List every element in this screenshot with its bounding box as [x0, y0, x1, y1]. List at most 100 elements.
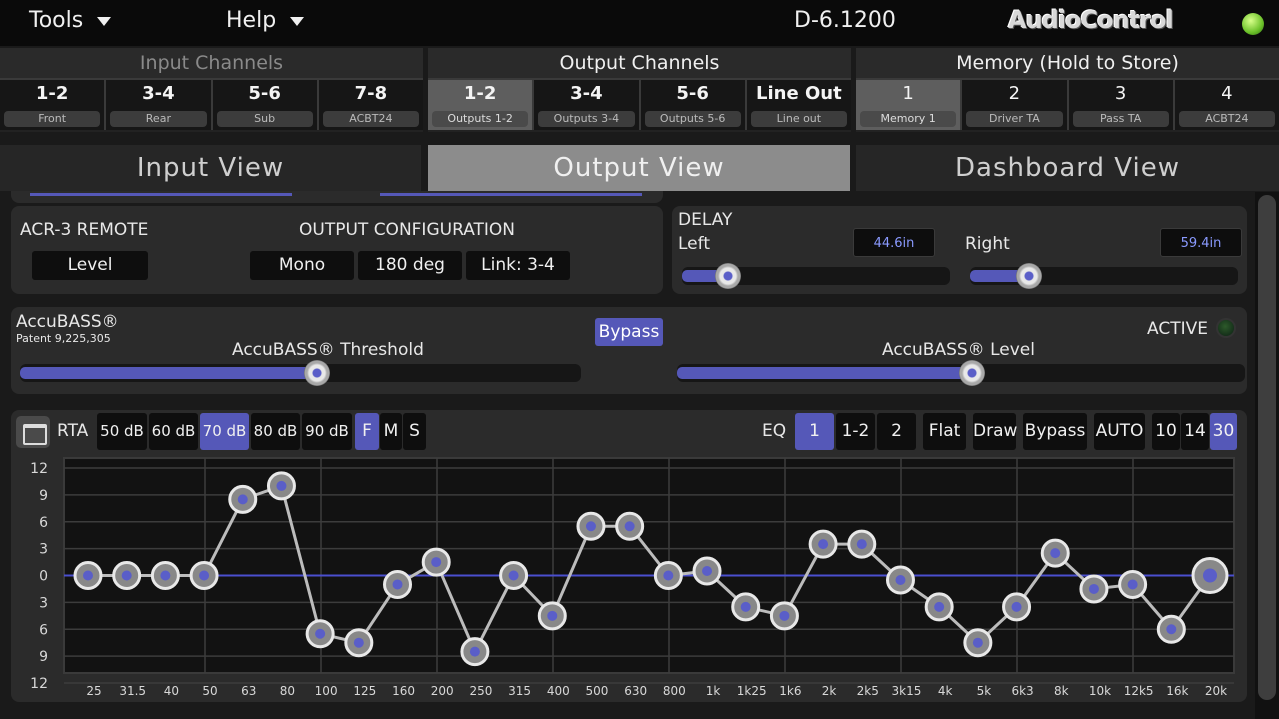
button-label: 5-6 — [676, 83, 709, 104]
phase-button[interactable]: 180 deg — [358, 251, 462, 280]
eq-band-handle[interactable] — [421, 547, 451, 577]
eq-band-handle[interactable] — [305, 619, 335, 649]
eq-draw-button[interactable]: Draw — [973, 413, 1017, 450]
rta-80db-button[interactable]: 80 dB — [251, 413, 300, 450]
eq-band-handle[interactable] — [769, 601, 799, 631]
slider-knob[interactable] — [1015, 263, 1042, 289]
rta-fast-button[interactable]: F — [355, 413, 379, 450]
eq-band-handle[interactable] — [808, 529, 838, 559]
chevron-down-icon — [290, 16, 305, 26]
memory-2-button[interactable]: 2 Driver TA — [962, 80, 1069, 130]
slider-knob[interactable] — [304, 360, 331, 386]
tab-output-view[interactable]: Output View — [428, 145, 850, 191]
eq-band-handle[interactable] — [847, 529, 877, 559]
eq-band-handle[interactable] — [189, 561, 219, 590]
accubass-level-slider[interactable] — [677, 360, 1245, 386]
output-channel-1-2-button[interactable]: 1-2 Outputs 1-2 — [428, 80, 535, 130]
eq-band-handle[interactable] — [576, 511, 606, 541]
eq-band-handle[interactable] — [460, 637, 490, 667]
eq-band-handle[interactable] — [112, 561, 142, 590]
scrollbar-thumb[interactable] — [1258, 195, 1276, 700]
tools-menu[interactable]: Tools — [29, 8, 112, 33]
eq-graph[interactable]: 12963036912 25 31.5 40 50 63 80 100 125 160 200 25… — [16, 455, 1242, 700]
eq-auto-button[interactable]: AUTO — [1094, 413, 1145, 450]
accubass-bypass-button[interactable]: Bypass — [595, 318, 663, 346]
eq-band-handle[interactable] — [266, 471, 296, 501]
input-channel-3-4-button[interactable]: 3-4 Rear — [106, 80, 213, 130]
eq-band-handle[interactable] — [150, 561, 180, 590]
tab-dashboard-view[interactable]: Dashboard View — [856, 145, 1279, 191]
eq-band-handle[interactable] — [615, 511, 645, 541]
memory-4-button[interactable]: 4 ACBT24 — [1174, 80, 1279, 130]
rta-70db-button[interactable]: 70 dB — [200, 413, 249, 450]
eq-band-handle[interactable] — [344, 628, 374, 658]
tab-input-view[interactable]: Input View — [0, 145, 421, 191]
input-channel-5-6-button[interactable]: 5-6 Sub — [212, 80, 319, 130]
link-button[interactable]: Link: 3-4 — [466, 251, 570, 280]
rta-50db-button[interactable]: 50 dB — [97, 413, 147, 450]
slider-knob[interactable] — [959, 360, 986, 386]
eq-10-band-button[interactable]: 10 — [1152, 413, 1180, 450]
eq-band-handle[interactable] — [731, 592, 761, 622]
eq-band-handle-center — [585, 521, 596, 532]
output-channel-5-6-button[interactable]: 5-6 Outputs 5-6 — [640, 80, 747, 130]
slider-fill — [20, 367, 318, 379]
eq-band-handle[interactable] — [499, 561, 529, 590]
input-channel-7-8-button[interactable]: 7-8 ACBT24 — [318, 80, 423, 130]
chevron-down-icon — [97, 16, 112, 26]
eq-band-handle[interactable] — [73, 561, 103, 590]
x-tick-label: 16k — [1166, 684, 1188, 698]
eq-flat-button[interactable]: Flat — [923, 413, 966, 450]
eq-band-handle-center — [895, 574, 906, 585]
eq-band-handle[interactable] — [383, 569, 413, 599]
eq-band-handle[interactable] — [537, 601, 567, 631]
output-channels-title: Output Channels — [428, 48, 851, 78]
x-tick-label: 200 — [431, 684, 454, 698]
slider-knob[interactable] — [714, 263, 741, 289]
delay-right-value[interactable]: 59.4in — [1160, 228, 1242, 257]
eq-band-handle[interactable] — [963, 628, 993, 658]
memory-3-button[interactable]: 3 Pass TA — [1068, 80, 1175, 130]
eq-channel-1-2-button[interactable]: 1-2 — [836, 413, 875, 450]
mono-button[interactable]: Mono — [250, 251, 354, 280]
x-tick-label: 80 — [280, 684, 295, 698]
rta-90db-button[interactable]: 90 dB — [302, 413, 352, 450]
eq-band-handle[interactable] — [1118, 569, 1148, 599]
eq-channel-1-button[interactable]: 1 — [795, 413, 834, 450]
eq-band-handle-center — [392, 579, 403, 590]
eq-band-handle[interactable] — [1079, 574, 1109, 604]
x-tick-label: 12k5 — [1124, 684, 1154, 698]
delay-left-slider[interactable] — [682, 263, 950, 289]
button-sublabel: Rear — [110, 111, 207, 127]
rta-medium-button[interactable]: M — [380, 413, 402, 450]
delay-right-slider[interactable] — [970, 263, 1238, 289]
eq-band-handle[interactable] — [692, 556, 722, 586]
x-tick-label: 400 — [547, 684, 570, 698]
eq-band-handle[interactable] — [1002, 592, 1032, 622]
eq-band-handle-center — [624, 521, 635, 532]
input-channel-1-2-button[interactable]: 1-2 Front — [0, 80, 107, 130]
output-channel-3-4-button[interactable]: 3-4 Outputs 3-4 — [534, 80, 641, 130]
output-channel-line-out-button[interactable]: Line Out Line out — [746, 80, 851, 130]
eq-band-handle[interactable] — [1040, 538, 1070, 568]
eq-band-handle[interactable] — [924, 592, 954, 622]
eq-bypass-button[interactable]: Bypass — [1023, 413, 1087, 450]
rta-60db-button[interactable]: 60 dB — [149, 413, 198, 450]
eq-30-band-button[interactable]: 30 — [1210, 413, 1237, 450]
memory-1-button[interactable]: 1 Memory 1 — [856, 80, 963, 130]
eq-band-handle[interactable] — [1156, 614, 1186, 644]
eq-band-handle-center — [199, 570, 210, 581]
delay-left-value[interactable]: 44.6in — [853, 228, 935, 257]
eq-band-handle[interactable] — [228, 484, 258, 514]
monitor-icon[interactable] — [16, 416, 50, 448]
eq-channel-2-button[interactable]: 2 — [877, 413, 916, 450]
rta-slow-button[interactable]: S — [403, 413, 426, 450]
eq-band-handle[interactable] — [1191, 557, 1229, 594]
eq-14-band-button[interactable]: 14 — [1181, 413, 1209, 450]
help-menu[interactable]: Help — [226, 8, 305, 33]
acr3-level-button[interactable]: Level — [32, 251, 148, 280]
eq-band-handle[interactable] — [885, 565, 915, 595]
accubass-threshold-slider[interactable] — [20, 360, 581, 386]
eq-band-handle[interactable] — [653, 561, 683, 590]
eq-band-handle-center — [1088, 583, 1099, 594]
